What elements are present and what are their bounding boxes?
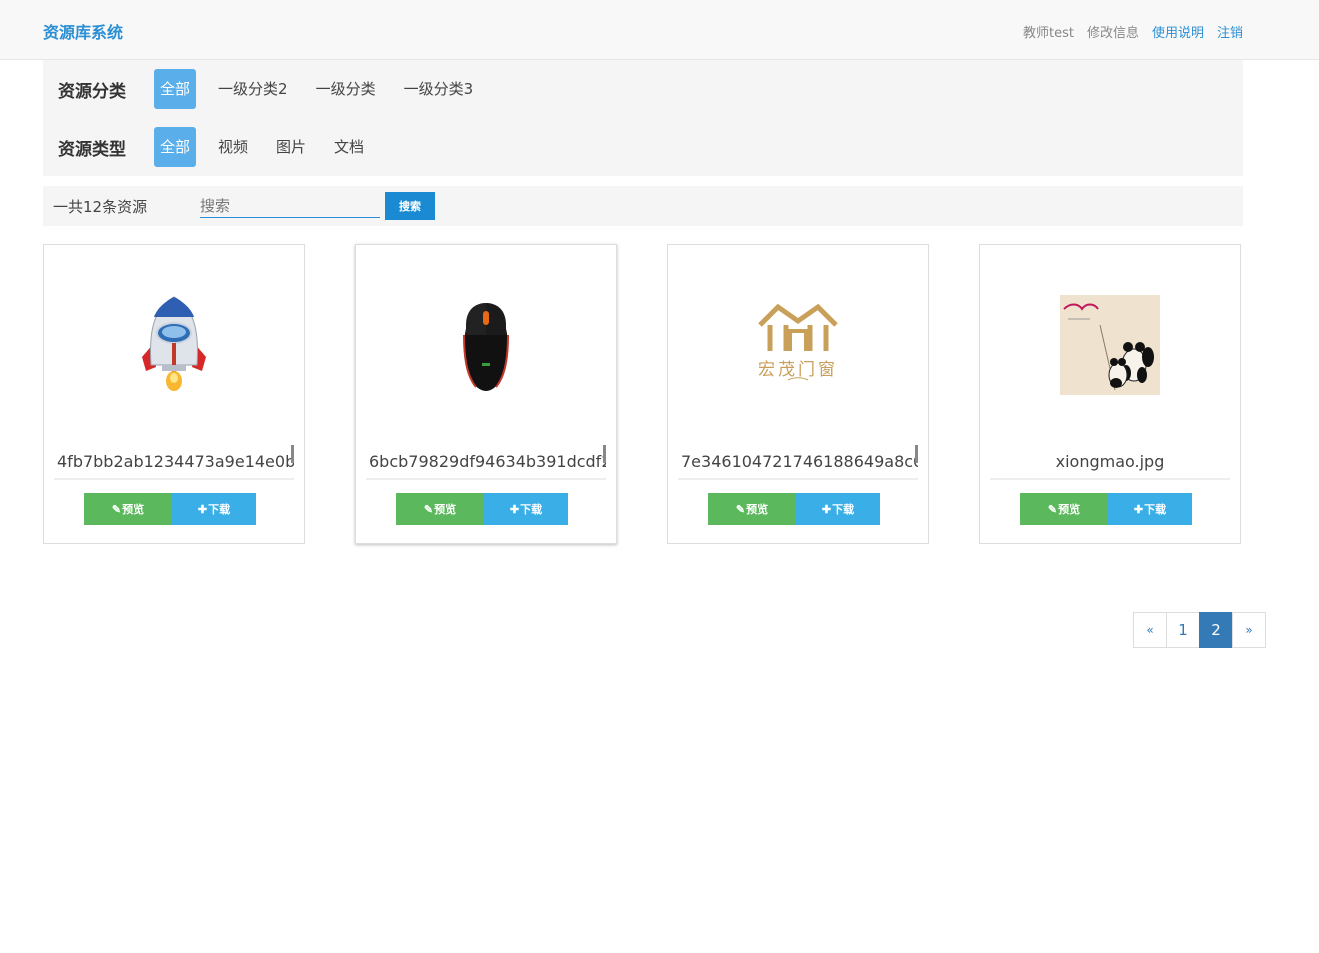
type-option-all[interactable]: 全部 (154, 127, 197, 167)
scrollbar-thumb[interactable] (291, 445, 294, 463)
edit-icon: ✎ (423, 503, 434, 516)
download-label: 下载 (208, 504, 231, 516)
preview-button[interactable]: ✎ 预览 (396, 493, 484, 525)
mouse-image (436, 295, 536, 395)
resource-count: 一共12条资源 (53, 198, 148, 216)
file-name: xiongmao.jpg (990, 445, 1230, 480)
file-name-text: 4fb7bb2ab1234473a9e14e0b (57, 452, 294, 471)
file-name-text: 6bcb79829df94634b391dcdf2 (369, 452, 606, 471)
help-link[interactable]: 使用说明 (1152, 22, 1204, 41)
edit-icon: ✎ (735, 503, 746, 516)
scrollbar-thumb[interactable] (915, 445, 918, 463)
download-button[interactable]: ✚ 下载 (1108, 493, 1192, 525)
card-actions: ✎ 预览 ✚ 下载 (1020, 493, 1192, 525)
resource-card: 6bcb79829df94634b391dcdf2 ✎ 预览 ✚ 下载 (355, 244, 617, 544)
download-label: 下载 (520, 504, 543, 516)
prev-page-button[interactable]: « (1133, 612, 1167, 648)
file-name-text: xiongmao.jpg (1055, 452, 1165, 471)
top-navbar: 资源库系统 教师test 修改信息 使用说明 注销 (0, 0, 1319, 60)
file-name: 4fb7bb2ab1234473a9e14e0b (54, 445, 294, 480)
category-option-all[interactable]: 全部 (154, 69, 197, 109)
page-2-button[interactable]: 2 (1199, 612, 1233, 648)
edit-icon: ✎ (111, 503, 122, 516)
preview-button[interactable]: ✎ 预览 (1020, 493, 1108, 525)
type-filter-row: 资源类型 全部 视频 图片 文档 (43, 127, 386, 167)
preview-label: 预览 (746, 504, 769, 516)
download-button[interactable]: ✚ 下载 (796, 493, 880, 525)
preview-label: 预览 (434, 504, 457, 516)
pagination: « 1 2 » (1133, 612, 1266, 648)
plus-icon: ✚ (821, 503, 832, 516)
search-button[interactable]: 搜索 (385, 192, 435, 220)
resource-card: xiongmao.jpg ✎ 预览 ✚ 下载 (979, 244, 1241, 544)
preview-button[interactable]: ✎ 预览 (84, 493, 172, 525)
type-option-image[interactable]: 图片 (270, 127, 312, 167)
edit-info-link[interactable]: 修改信息 (1087, 22, 1139, 41)
brand-title[interactable]: 资源库系统 (43, 19, 123, 43)
user-nav: 教师test 修改信息 使用说明 注销 (1023, 22, 1243, 41)
download-button[interactable]: ✚ 下载 (172, 493, 256, 525)
search-bar: 一共12条资源 搜索 (43, 186, 1243, 226)
resource-card: 4fb7bb2ab1234473a9e14e0b ✎ 预览 ✚ 下载 (43, 244, 305, 544)
file-name-text: 7e346104721746188649a8c0 (681, 452, 918, 471)
category-option-2[interactable]: 一级分类2 (212, 69, 294, 109)
download-label: 下载 (1144, 504, 1167, 516)
file-name: 7e346104721746188649a8c0 (678, 445, 918, 480)
category-option-1[interactable]: 一级分类 (310, 69, 382, 109)
type-filter-label: 资源类型 (58, 139, 126, 160)
preview-button[interactable]: ✎ 预览 (708, 493, 796, 525)
category-filter-row: 资源分类 全部 一级分类2 一级分类 一级分类3 (43, 69, 495, 109)
logout-link[interactable]: 注销 (1217, 22, 1243, 41)
card-actions: ✎ 预览 ✚ 下载 (396, 493, 568, 525)
category-option-3[interactable]: 一级分类3 (398, 69, 480, 109)
plus-icon: ✚ (1133, 503, 1144, 516)
panda-painting-image (1060, 295, 1160, 395)
type-option-video[interactable]: 视频 (212, 127, 254, 167)
edit-icon: ✎ (1047, 503, 1058, 516)
download-label: 下载 (832, 504, 855, 516)
card-actions: ✎ 预览 ✚ 下载 (708, 493, 880, 525)
page-1-button[interactable]: 1 (1166, 612, 1200, 648)
filter-panel: 资源分类 全部 一级分类2 一级分类 一级分类3 资源类型 全部 视频 图片 文… (43, 60, 1243, 176)
plus-icon: ✚ (197, 503, 208, 516)
logo-image: 宏茂门窗 (748, 295, 848, 395)
resource-card: 宏茂门窗 7e346104721746188649a8c0 ✎ 预览 ✚ 下载 (667, 244, 929, 544)
scrollbar-thumb[interactable] (603, 445, 606, 463)
rocket-image (124, 295, 224, 395)
search-input[interactable] (200, 194, 380, 218)
download-button[interactable]: ✚ 下载 (484, 493, 568, 525)
category-filter-label: 资源分类 (58, 81, 126, 102)
type-option-document[interactable]: 文档 (328, 127, 370, 167)
next-page-button[interactable]: » (1232, 612, 1266, 648)
preview-label: 预览 (1058, 504, 1081, 516)
user-name-link[interactable]: 教师test (1023, 22, 1074, 41)
logo-caption: 宏茂门窗 (758, 360, 838, 380)
preview-label: 预览 (122, 504, 145, 516)
plus-icon: ✚ (509, 503, 520, 516)
card-actions: ✎ 预览 ✚ 下载 (84, 493, 256, 525)
file-name: 6bcb79829df94634b391dcdf2 (366, 445, 606, 480)
